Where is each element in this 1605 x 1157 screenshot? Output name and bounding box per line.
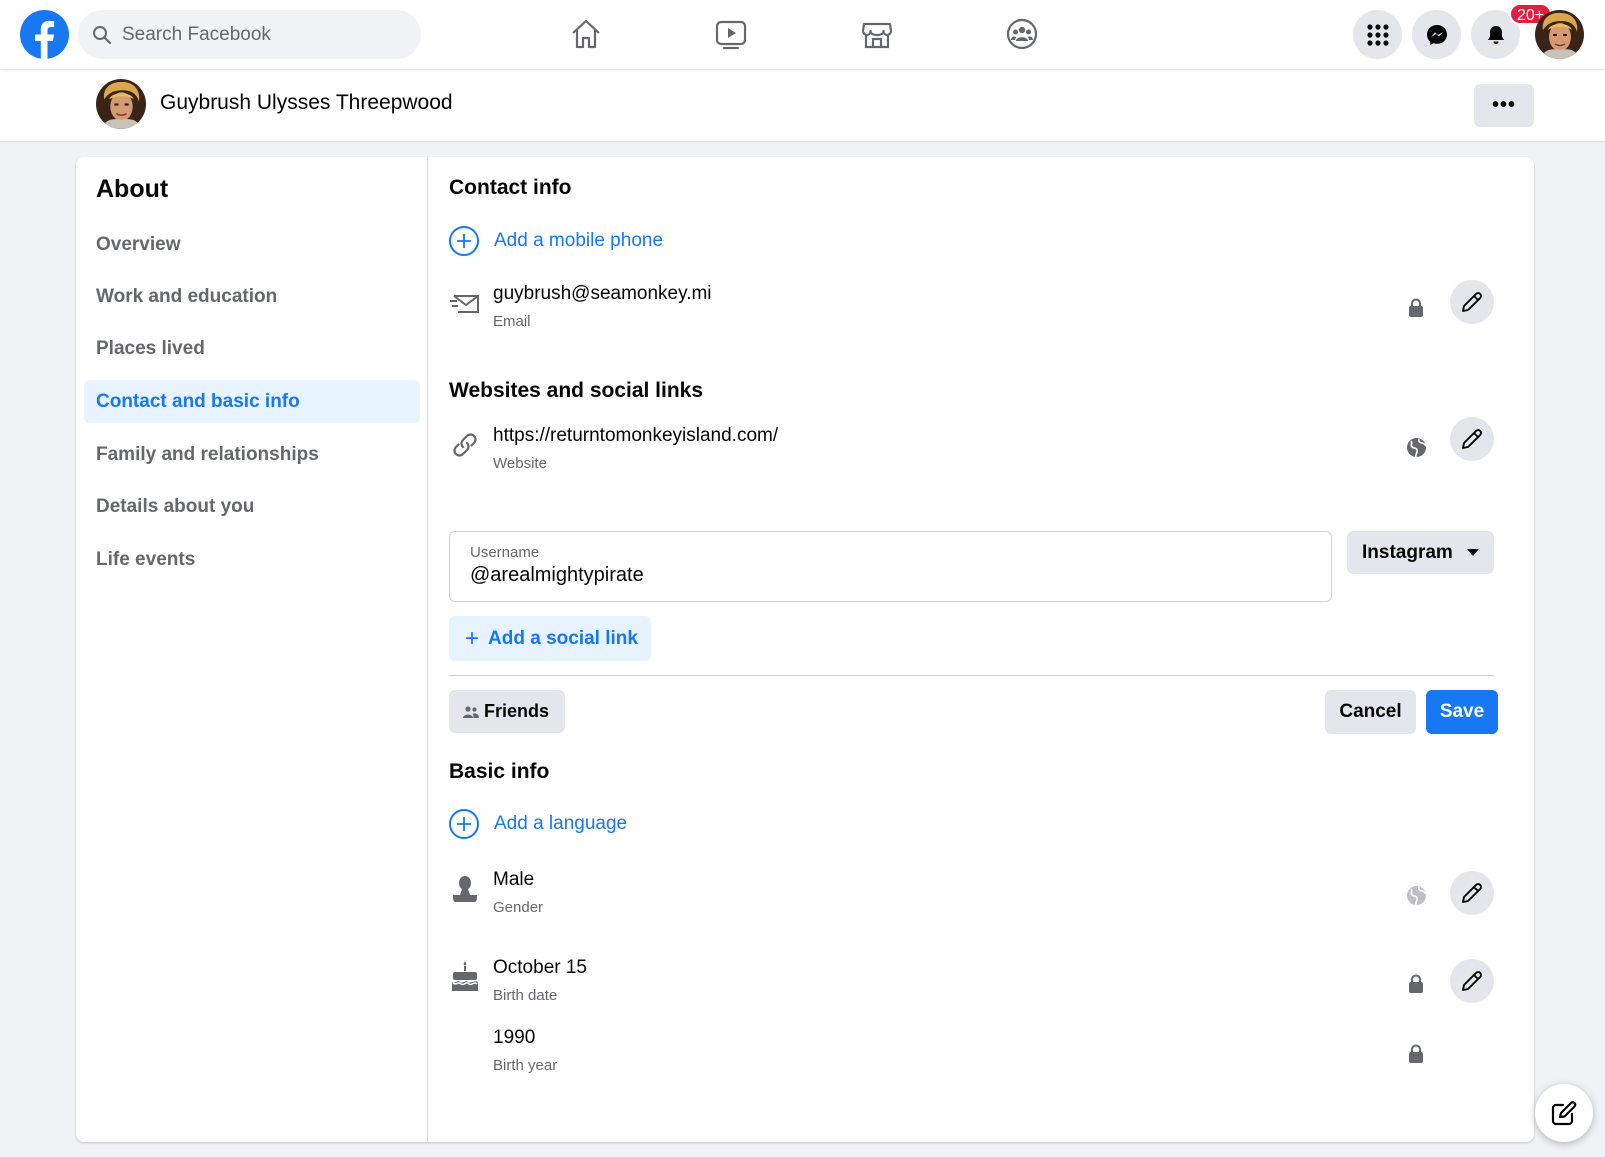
facebook-logo-icon[interactable] (20, 10, 69, 59)
sidebar-item-contact-basic-info[interactable]: Contact and basic info (84, 380, 420, 423)
messenger-button[interactable] (1412, 10, 1461, 59)
add-social-link-label: Add a social link (488, 627, 638, 649)
profile-avatar[interactable] (96, 79, 146, 129)
gender-row: Male Gender (449, 869, 1494, 929)
email-row: guybrush@seamonkey.mi Email (449, 280, 1494, 343)
plus-circle-icon (449, 809, 479, 839)
caret-down-icon (1466, 549, 1479, 556)
email-value: guybrush@seamonkey.mi (493, 283, 712, 304)
edit-birth-date-button[interactable] (1450, 959, 1494, 1003)
birth-year-label: Birth year (493, 1057, 558, 1074)
top-navigation-bar: 20+ (0, 0, 1605, 69)
add-mobile-phone-link[interactable]: Add a mobile phone (449, 226, 663, 256)
globe-icon[interactable] (1404, 883, 1428, 907)
add-language-link[interactable]: Add a language (449, 809, 627, 839)
save-button[interactable]: Save (1426, 690, 1498, 734)
lock-icon[interactable] (1404, 971, 1428, 995)
about-card: About Overview Work and education Places… (76, 157, 1534, 1142)
profile-name[interactable]: Guybrush Ulysses Threepwood (160, 91, 453, 115)
contact-info-title: Contact info (449, 176, 572, 199)
cake-icon (449, 961, 481, 993)
platform-label: Instagram (1362, 541, 1453, 563)
websites-title: Websites and social links (449, 379, 704, 402)
menu-grid-button[interactable] (1353, 10, 1402, 59)
envelope-icon (449, 287, 481, 319)
sidebar-item-work-education[interactable]: Work and education (84, 275, 420, 318)
sidebar-item-life-events[interactable]: Life events (84, 538, 420, 581)
social-platform-dropdown[interactable]: Instagram (1347, 531, 1494, 574)
about-content: Contact info Add a mobile phone guybrush… (429, 157, 1534, 1142)
messenger-icon (1426, 24, 1447, 45)
groups-icon[interactable] (1000, 12, 1044, 56)
sidebar-item-places-lived[interactable]: Places lived (84, 327, 420, 370)
pencil-icon (1462, 883, 1482, 903)
add-social-link-button[interactable]: + Add a social link (449, 616, 651, 661)
sidebar-item-details-about-you[interactable]: Details about you (84, 485, 420, 528)
audience-label: Friends (484, 701, 550, 721)
birth-year-row: 1990 Birth year (449, 1027, 1494, 1087)
marketplace-icon[interactable] (855, 12, 899, 56)
website-value[interactable]: https://returntomonkeyisland.com/ (493, 425, 778, 447)
birth-date-row: October 15 Birth date (449, 957, 1494, 1017)
edit-email-button[interactable] (1450, 280, 1494, 324)
about-title: About (96, 175, 169, 203)
audience-selector-button[interactable]: Friends (449, 690, 565, 733)
person-icon (449, 873, 481, 905)
birth-year-value: 1990 (493, 1027, 536, 1048)
plus-icon: + (465, 624, 480, 652)
search-icon (93, 25, 112, 44)
gender-value: Male (493, 869, 535, 890)
plus-circle-icon (449, 226, 479, 256)
compose-icon (1551, 1101, 1577, 1126)
divider (449, 675, 1494, 676)
username-field[interactable]: Username (449, 531, 1332, 602)
username-label: Username (470, 544, 540, 561)
birth-date-value: October 15 (493, 957, 587, 978)
add-language-label: Add a language (494, 813, 628, 834)
birth-date-label: Birth date (493, 987, 558, 1004)
watch-icon[interactable] (709, 12, 753, 56)
grid-menu-icon (1366, 23, 1389, 46)
account-avatar[interactable] (1535, 10, 1584, 59)
friends-icon (463, 705, 479, 718)
website-label: Website (493, 455, 547, 472)
basic-info-title: Basic info (449, 760, 550, 783)
username-input[interactable] (470, 564, 1310, 587)
link-icon (449, 429, 481, 461)
cancel-button[interactable]: Cancel (1325, 690, 1416, 734)
add-mobile-phone-label: Add a mobile phone (494, 230, 664, 251)
sidebar-item-family-relationships[interactable]: Family and relationships (84, 433, 420, 476)
home-icon[interactable] (564, 12, 608, 56)
edit-gender-button[interactable] (1450, 871, 1494, 915)
lock-icon[interactable] (1404, 1041, 1428, 1065)
search-input[interactable] (122, 23, 392, 46)
new-message-button[interactable] (1535, 1084, 1593, 1142)
pencil-icon (1462, 429, 1482, 449)
search-bar[interactable] (78, 10, 421, 59)
about-sidebar: About Overview Work and education Places… (76, 157, 428, 1142)
email-label: Email (493, 313, 531, 330)
sidebar-item-overview[interactable]: Overview (84, 223, 420, 266)
lock-icon[interactable] (1404, 295, 1428, 319)
profile-header-bar: Guybrush Ulysses Threepwood ••• (0, 69, 1605, 142)
more-options-button[interactable]: ••• (1474, 84, 1534, 127)
bell-icon (1487, 25, 1504, 44)
gender-label: Gender (493, 899, 544, 916)
edit-website-button[interactable] (1450, 417, 1494, 461)
pencil-icon (1462, 971, 1482, 991)
pencil-icon (1462, 292, 1482, 312)
website-row: https://returntomonkeyisland.com/ Websit… (449, 417, 1494, 485)
globe-icon[interactable] (1404, 435, 1428, 459)
